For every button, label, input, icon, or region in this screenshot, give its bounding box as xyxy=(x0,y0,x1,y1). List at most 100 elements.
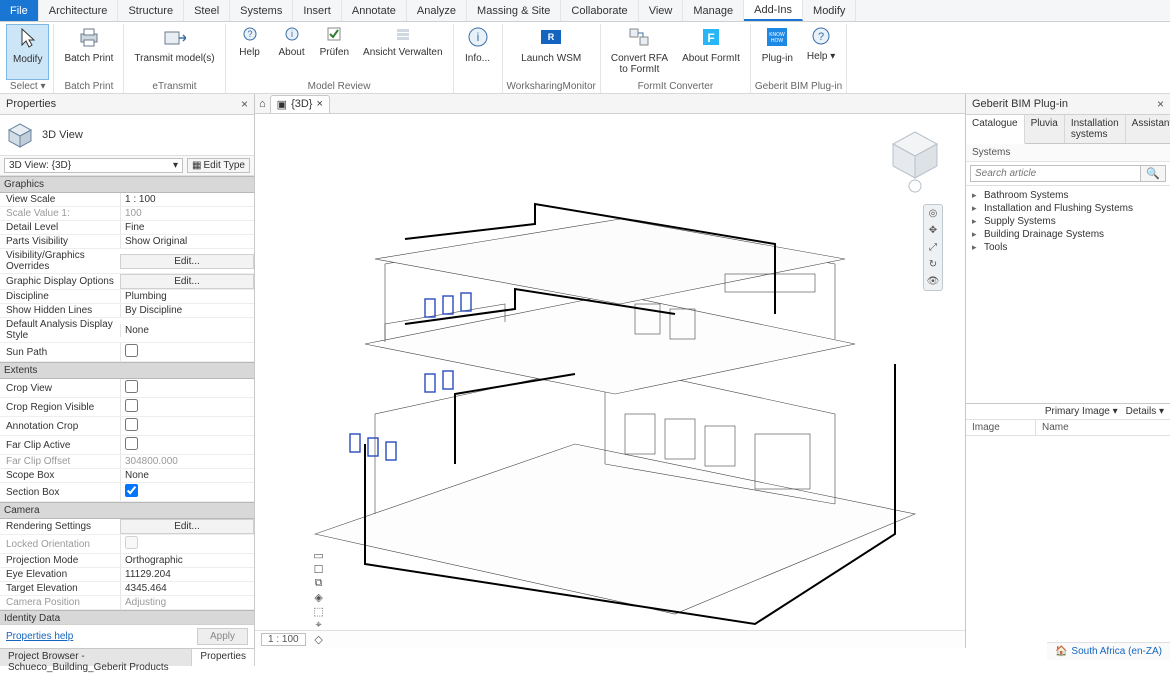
prop-value[interactable]: Show Original xyxy=(120,235,254,248)
tree-item[interactable]: Installation and Flushing Systems xyxy=(970,202,1166,215)
prop-value[interactable] xyxy=(120,417,254,435)
view-control-icon[interactable]: ▭ xyxy=(312,549,326,563)
menu-tab-modify[interactable]: Modify xyxy=(803,0,856,21)
prop-checkbox[interactable] xyxy=(125,418,138,431)
view-tab[interactable]: ▣ {3D} × xyxy=(270,95,330,113)
prop-value[interactable]: By Discipline xyxy=(120,304,254,317)
prop-value[interactable] xyxy=(120,398,254,416)
prop-value[interactable]: 1 : 100 xyxy=(120,193,254,206)
viewcube[interactable] xyxy=(885,124,945,194)
prop-section-header[interactable]: Graphics xyxy=(0,176,254,193)
ribbon-info-[interactable]: iInfo... xyxy=(458,24,498,91)
ribbon-ansicht-verwalten[interactable]: Ansicht Verwalten xyxy=(357,24,449,80)
view-scale[interactable]: 1 : 100 xyxy=(261,633,306,646)
prop-value[interactable] xyxy=(120,535,254,553)
prop-checkbox[interactable] xyxy=(125,437,138,450)
ribbon-batch-print[interactable]: Batch Print xyxy=(58,24,119,80)
ribbon-about[interactable]: iAbout xyxy=(272,24,312,80)
tree-item[interactable]: Building Drainage Systems xyxy=(970,228,1166,241)
prop-value[interactable]: 11129.204 xyxy=(120,568,254,581)
bottom-tab[interactable]: Project Browser - Schueco_Building_Geber… xyxy=(0,649,192,666)
prop-section-header[interactable]: Identity Data xyxy=(0,610,254,624)
prop-value[interactable] xyxy=(120,379,254,397)
prop-checkbox[interactable] xyxy=(125,344,138,357)
steering-wheel-icon[interactable]: ◎ xyxy=(929,208,938,219)
pan-icon[interactable]: ✥ xyxy=(929,225,937,236)
prop-value[interactable]: Edit... xyxy=(120,254,254,269)
geberit-tab-pluvia[interactable]: Pluvia xyxy=(1025,115,1065,143)
menu-tab-massing-site[interactable]: Massing & Site xyxy=(467,0,561,21)
ribbon-about-formit[interactable]: FAbout FormIt xyxy=(676,24,746,80)
instance-dropdown[interactable]: 3D View: {3D} ▾ xyxy=(4,158,183,173)
geberit-tab-assistants[interactable]: Assistants xyxy=(1126,115,1170,143)
prop-value[interactable]: Orthographic xyxy=(120,554,254,567)
tree-item[interactable]: Supply Systems xyxy=(970,215,1166,228)
ribbon-help[interactable]: ?Help xyxy=(230,24,270,80)
prop-section-header[interactable]: Extents xyxy=(0,362,254,379)
lookaround-icon[interactable]: 👁 xyxy=(927,276,940,287)
menu-tab-structure[interactable]: Structure xyxy=(118,0,184,21)
prop-value[interactable] xyxy=(120,436,254,454)
menu-tab-architecture[interactable]: Architecture xyxy=(39,0,119,21)
apply-button[interactable]: Apply xyxy=(197,628,248,645)
prop-value[interactable]: Plumbing xyxy=(120,290,254,303)
bottom-tab[interactable]: Properties xyxy=(192,649,255,666)
menu-tab-add-ins[interactable]: Add-Ins xyxy=(744,0,803,21)
ribbon-transmit-model-s-[interactable]: Transmit model(s) xyxy=(128,24,220,80)
prop-value[interactable]: Edit... xyxy=(120,274,254,289)
details-dropdown[interactable]: Details ▾ xyxy=(1126,406,1164,417)
ribbon-help-[interactable]: ?Help ▾ xyxy=(801,24,841,80)
view-control-icon[interactable]: ◇ xyxy=(312,633,326,647)
zoom-icon[interactable]: ⤢ xyxy=(929,242,937,253)
home-icon[interactable]: ⌂ xyxy=(259,98,266,110)
geberit-tab-installation-systems[interactable]: Installation systems xyxy=(1065,115,1126,143)
view-control-icon[interactable]: ⧉ xyxy=(312,577,326,591)
prop-row: Sun Path xyxy=(0,343,254,362)
view-control-icon[interactable]: ⌖ xyxy=(312,619,326,633)
ribbon-plug-in[interactable]: KNOWHOWPlug-in xyxy=(756,24,799,80)
close-icon[interactable]: × xyxy=(241,97,248,111)
view-control-icon[interactable]: ☐ xyxy=(312,563,326,577)
geberit-tab-catalogue[interactable]: Catalogue xyxy=(966,115,1025,144)
properties-help-link[interactable]: Properties help xyxy=(6,631,73,642)
menu-tab-systems[interactable]: Systems xyxy=(230,0,293,21)
edit-type-button[interactable]: ▦ Edit Type xyxy=(187,158,250,173)
ribbon-modify[interactable]: Modify xyxy=(6,24,49,80)
search-input[interactable] xyxy=(970,165,1141,182)
ribbon-pr-fen[interactable]: Prüfen xyxy=(314,24,355,80)
ribbon-convert-rfa-to-formit[interactable]: Convert RFAto FormIt xyxy=(605,24,674,80)
model-canvas[interactable]: ◎ ✥ ⤢ ↻ 👁 1 : 100 ▭☐⧉◈⬚⌖◇⬡◫✦☰⤢< xyxy=(255,114,965,648)
prop-checkbox[interactable] xyxy=(125,484,138,497)
prop-value[interactable]: Edit... xyxy=(120,519,254,534)
view-control-icon[interactable]: ⬚ xyxy=(312,605,326,619)
prop-value[interactable]: None xyxy=(120,469,254,482)
menu-tab-steel[interactable]: Steel xyxy=(184,0,230,21)
tree-item[interactable]: Tools xyxy=(970,241,1166,254)
tree-item[interactable]: Bathroom Systems xyxy=(970,189,1166,202)
close-icon[interactable]: × xyxy=(1157,97,1164,111)
prop-value[interactable] xyxy=(120,483,254,501)
prop-value[interactable]: 4345.464 xyxy=(120,582,254,595)
menu-tab-view[interactable]: View xyxy=(639,0,684,21)
ribbon-launch-wsm[interactable]: RLaunch WSM xyxy=(515,24,587,80)
prop-checkbox[interactable] xyxy=(125,399,138,412)
orbit-icon[interactable]: ↻ xyxy=(929,259,937,270)
close-icon[interactable]: × xyxy=(316,98,322,110)
prop-section-header[interactable]: Camera xyxy=(0,502,254,519)
menu-tab-file[interactable]: File xyxy=(0,0,39,21)
prop-checkbox[interactable] xyxy=(125,380,138,393)
menu-tab-analyze[interactable]: Analyze xyxy=(407,0,467,21)
prop-value[interactable]: None xyxy=(120,324,254,337)
view-control-icon[interactable]: ⬡ xyxy=(312,647,326,649)
menu-tab-manage[interactable]: Manage xyxy=(683,0,744,21)
menu-tab-annotate[interactable]: Annotate xyxy=(342,0,407,21)
view-control-icon[interactable]: ◈ xyxy=(312,591,326,605)
properties-type-header[interactable]: 3D View xyxy=(0,115,254,156)
prop-value[interactable]: Fine xyxy=(120,221,254,234)
prop-value[interactable] xyxy=(120,343,254,361)
locale-bar[interactable]: 🏠 South Africa (en-ZA) xyxy=(1047,642,1170,660)
menu-tab-collaborate[interactable]: Collaborate xyxy=(561,0,638,21)
search-icon[interactable]: 🔍 xyxy=(1141,165,1166,182)
menu-tab-insert[interactable]: Insert xyxy=(293,0,342,21)
primary-image-dropdown[interactable]: Primary Image ▾ xyxy=(1045,406,1118,417)
